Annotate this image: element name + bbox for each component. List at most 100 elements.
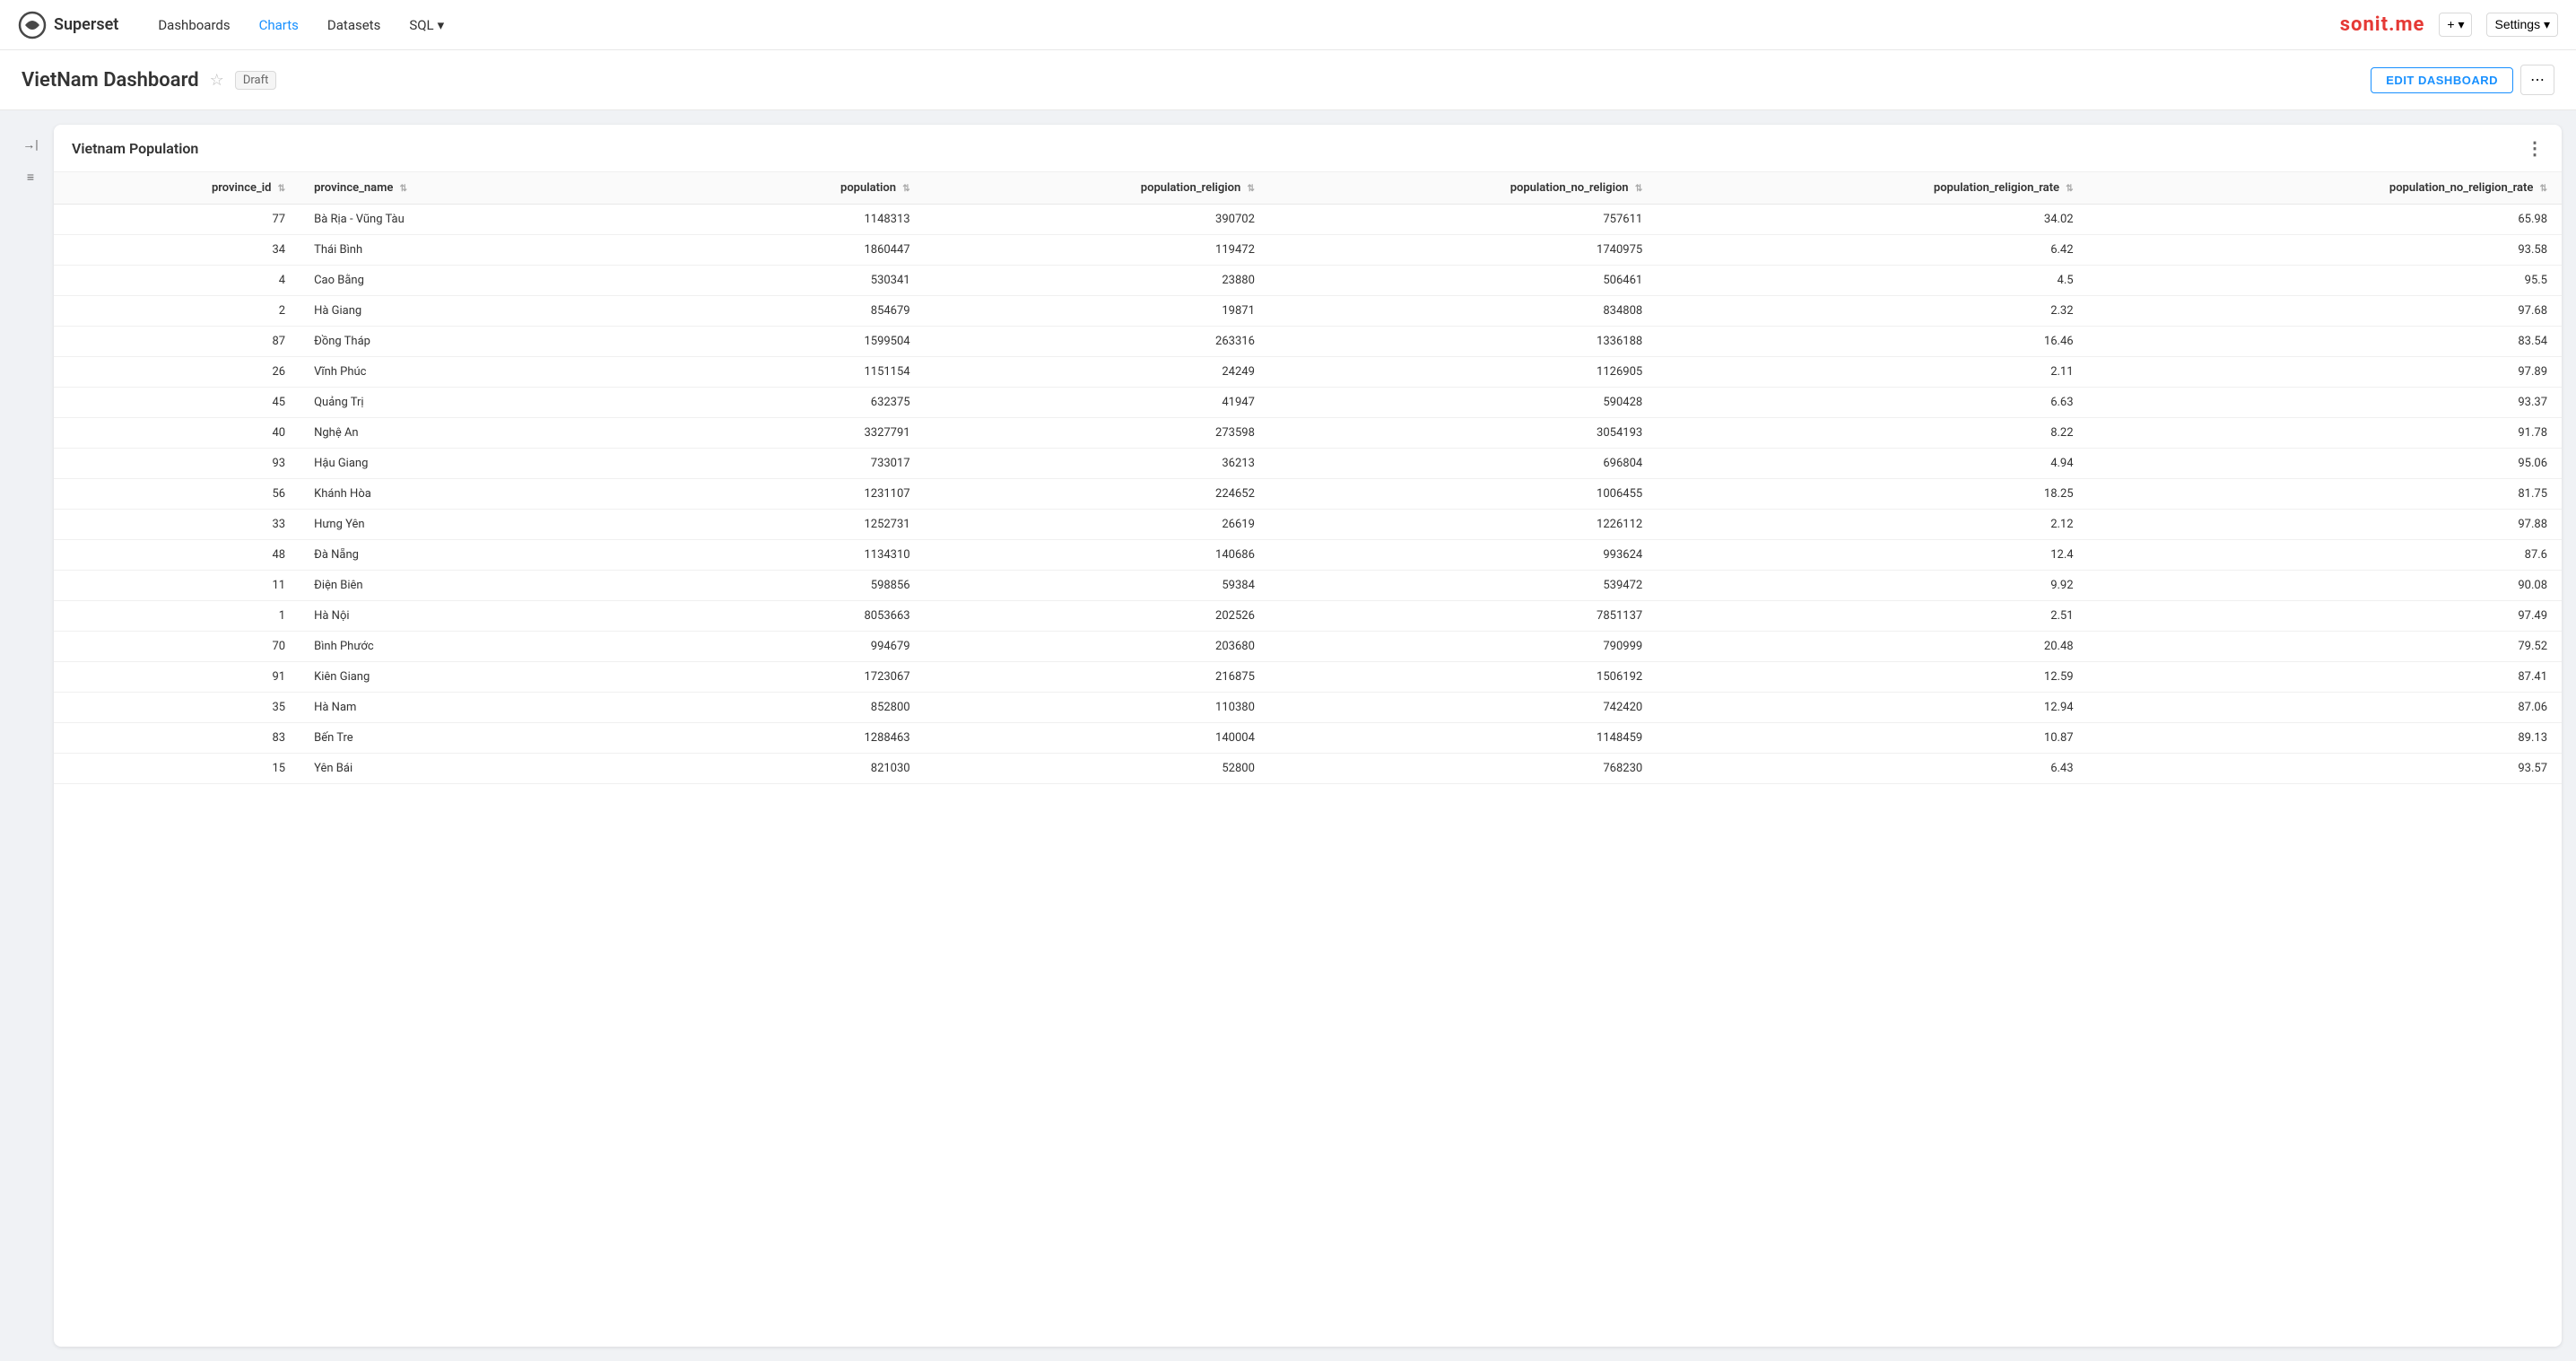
edit-dashboard-button[interactable]: EDIT DASHBOARD [2371, 67, 2513, 93]
cell-population-religion-rate: 12.59 [1657, 662, 2087, 693]
cell-population-no-religion: 1506192 [1269, 662, 1657, 693]
cell-province-name: Hưng Yên [300, 510, 644, 540]
col-header-province-id[interactable]: province_id ⇅ [54, 172, 300, 205]
cell-province-name: Đà Nẵng [300, 540, 644, 571]
cell-population-no-religion: 834808 [1269, 296, 1657, 327]
add-button[interactable]: + ▾ [2439, 13, 2472, 37]
nav-dashboards[interactable]: Dashboards [147, 10, 240, 40]
cell-population-no-religion-rate: 95.06 [2088, 449, 2562, 479]
cell-population-religion: 263316 [925, 327, 1269, 357]
sort-icon-pop-religion-rate: ⇅ [2066, 184, 2073, 194]
cell-population: 994679 [644, 632, 924, 662]
draft-badge: Draft [235, 71, 277, 90]
cell-population-no-religion-rate: 93.58 [2088, 235, 2562, 266]
cell-population: 852800 [644, 693, 924, 723]
col-header-population-no-religion-rate[interactable]: population_no_religion_rate ⇅ [2088, 172, 2562, 205]
cell-population-no-religion-rate: 97.88 [2088, 510, 2562, 540]
cell-population-religion-rate: 6.43 [1657, 754, 2087, 784]
cell-province-name: Bà Rịa - Vũng Tàu [300, 205, 644, 235]
cell-population-religion: 23880 [925, 266, 1269, 296]
table-row: 91 Kiên Giang 1723067 216875 1506192 12.… [54, 662, 2562, 693]
cell-province-name: Hà Nam [300, 693, 644, 723]
cell-population-no-religion: 1226112 [1269, 510, 1657, 540]
cell-population-no-religion: 7851137 [1269, 601, 1657, 632]
cell-population: 3327791 [644, 418, 924, 449]
cell-population-religion: 390702 [925, 205, 1269, 235]
cell-province-id: 11 [54, 571, 300, 601]
cell-population-no-religion-rate: 79.52 [2088, 632, 2562, 662]
nav-datasets[interactable]: Datasets [317, 10, 391, 40]
col-header-population-religion-rate[interactable]: population_religion_rate ⇅ [1657, 172, 2087, 205]
cell-province-name: Thái Bình [300, 235, 644, 266]
cell-province-id: 33 [54, 510, 300, 540]
cell-population-religion-rate: 34.02 [1657, 205, 2087, 235]
table-row: 11 Điện Biên 598856 59384 539472 9.92 90… [54, 571, 2562, 601]
cell-population-no-religion: 3054193 [1269, 418, 1657, 449]
col-header-population-religion[interactable]: population_religion ⇅ [925, 172, 1269, 205]
cell-population-religion: 41947 [925, 388, 1269, 418]
table-row: 2 Hà Giang 854679 19871 834808 2.32 97.6… [54, 296, 2562, 327]
sort-icon-population: ⇅ [902, 184, 909, 194]
cell-population-no-religion-rate: 89.13 [2088, 723, 2562, 754]
cell-population-no-religion-rate: 97.68 [2088, 296, 2562, 327]
cell-population-religion-rate: 6.42 [1657, 235, 2087, 266]
nav-sql[interactable]: SQL ▾ [398, 10, 455, 40]
cell-population-religion: 110380 [925, 693, 1269, 723]
cell-population: 598856 [644, 571, 924, 601]
col-header-population-no-religion[interactable]: population_no_religion ⇅ [1269, 172, 1657, 205]
cell-population: 1151154 [644, 357, 924, 388]
col-header-population[interactable]: population ⇅ [644, 172, 924, 205]
cell-population-no-religion-rate: 65.98 [2088, 205, 2562, 235]
favorite-star-icon[interactable]: ☆ [210, 71, 224, 90]
table-row: 83 Bến Tre 1288463 140004 1148459 10.87 … [54, 723, 2562, 754]
cell-population-no-religion: 1006455 [1269, 479, 1657, 510]
cell-population: 1252731 [644, 510, 924, 540]
cell-province-name: Khánh Hòa [300, 479, 644, 510]
cell-population-religion: 24249 [925, 357, 1269, 388]
nav-charts[interactable]: Charts [248, 10, 309, 40]
filter-icon[interactable]: ≡ [18, 164, 43, 189]
cell-population-no-religion: 1336188 [1269, 327, 1657, 357]
cell-province-name: Đồng Tháp [300, 327, 644, 357]
cell-province-id: 45 [54, 388, 300, 418]
cell-population-no-religion-rate: 87.06 [2088, 693, 2562, 723]
sort-icon-pop-no-religion-rate: ⇅ [2540, 184, 2547, 194]
cell-province-id: 2 [54, 296, 300, 327]
cell-province-name: Điện Biên [300, 571, 644, 601]
cell-population-no-religion: 757611 [1269, 205, 1657, 235]
table-row: 33 Hưng Yên 1252731 26619 1226112 2.12 9… [54, 510, 2562, 540]
cell-population-no-religion-rate: 93.37 [2088, 388, 2562, 418]
cell-province-name: Vĩnh Phúc [300, 357, 644, 388]
cell-province-name: Nghệ An [300, 418, 644, 449]
cell-province-id: 77 [54, 205, 300, 235]
table-row: 56 Khánh Hòa 1231107 224652 1006455 18.2… [54, 479, 2562, 510]
cell-population-religion-rate: 4.5 [1657, 266, 2087, 296]
settings-button[interactable]: Settings ▾ [2486, 13, 2558, 37]
table-more-button[interactable]: ⋮ [2526, 137, 2544, 159]
collapse-sidebar-icon[interactable]: →| [18, 132, 43, 157]
cell-population-no-religion: 993624 [1269, 540, 1657, 571]
table-row: 87 Đồng Tháp 1599504 263316 1336188 16.4… [54, 327, 2562, 357]
cell-population: 1860447 [644, 235, 924, 266]
cell-population-no-religion-rate: 97.89 [2088, 357, 2562, 388]
cell-population-religion: 36213 [925, 449, 1269, 479]
cell-province-id: 4 [54, 266, 300, 296]
cell-population-religion-rate: 9.92 [1657, 571, 2087, 601]
cell-province-name: Bình Phước [300, 632, 644, 662]
sidebar-icons: →| ≡ [14, 125, 47, 1347]
col-header-province-name[interactable]: province_name ⇅ [300, 172, 644, 205]
cell-population-no-religion-rate: 90.08 [2088, 571, 2562, 601]
sql-dropdown-icon: ▾ [438, 17, 445, 33]
cell-province-id: 87 [54, 327, 300, 357]
cell-population-religion-rate: 10.87 [1657, 723, 2087, 754]
cell-population-religion-rate: 2.11 [1657, 357, 2087, 388]
logo[interactable]: Superset [18, 11, 118, 39]
cell-population-religion: 273598 [925, 418, 1269, 449]
navbar-right: sonit.me + ▾ Settings ▾ [2340, 13, 2558, 37]
cell-population-religion: 224652 [925, 479, 1269, 510]
dashboard-more-button[interactable]: ⋯ [2520, 65, 2554, 95]
cell-population-no-religion-rate: 87.41 [2088, 662, 2562, 693]
navbar-left: Superset Dashboards Charts Datasets SQL … [18, 10, 455, 40]
table-header: province_id ⇅ province_name ⇅ population… [54, 172, 2562, 205]
cell-province-id: 48 [54, 540, 300, 571]
